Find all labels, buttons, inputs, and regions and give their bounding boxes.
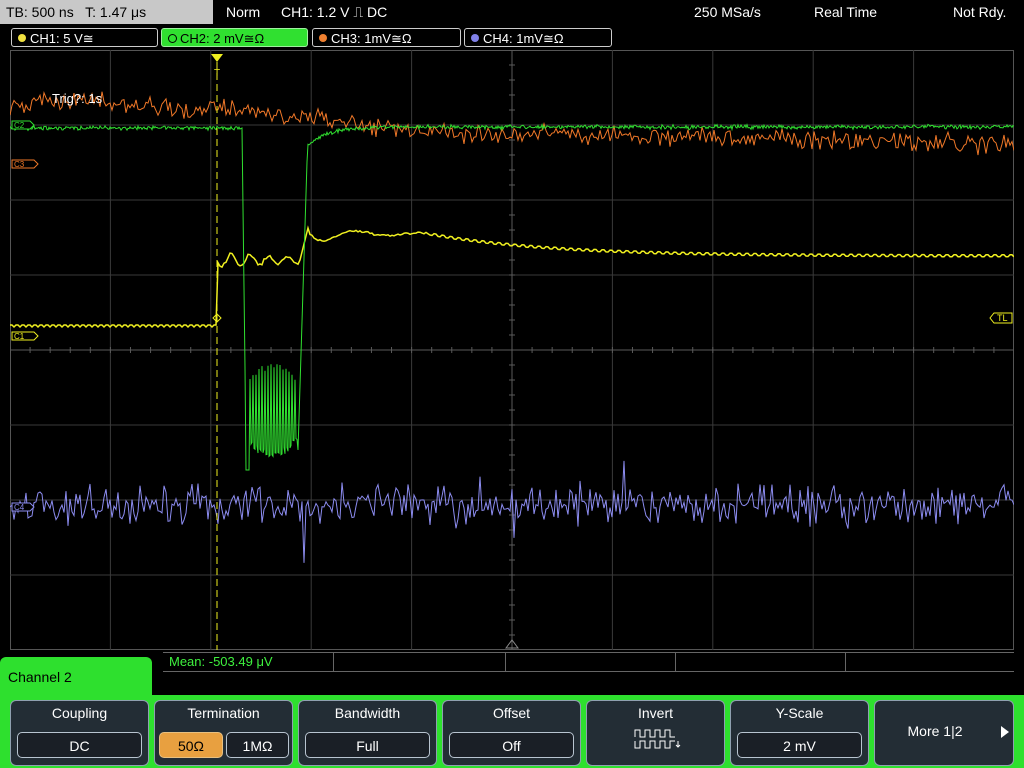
trigger-time-value: T: 1.47 μs (85, 4, 147, 20)
timebase-value: TB: 500 ns (6, 4, 74, 20)
trigger-status-text: Trig?: 1s (52, 91, 103, 106)
ch1-tab-label: CH1: 5 V≅ (30, 31, 94, 46)
ch4-tab-label: CH4: 1mV≅Ω (483, 31, 564, 46)
measurement-cell-2[interactable] (333, 653, 506, 671)
termination-title: Termination (187, 705, 260, 721)
bandwidth-title: Bandwidth (334, 705, 401, 721)
ch4-marker-label: C4 (14, 503, 25, 512)
bandwidth-softkey[interactable]: Bandwidth Full (298, 700, 437, 766)
termination-softkey[interactable]: Termination 50Ω 1MΩ (154, 700, 293, 766)
trigger-level-label: TL (997, 313, 1008, 323)
measurement-bar: Mean: -503.49 μV (163, 652, 1014, 691)
sample-rate: 250 MSa/s (694, 4, 761, 20)
invert-waveform-icon (634, 729, 681, 749)
ch2-offset-marker[interactable]: C2 (11, 120, 35, 130)
yscale-softkey[interactable]: Y-Scale 2 mV (730, 700, 869, 766)
trigger-level-marker[interactable]: TL (989, 312, 1013, 324)
acquisition-state: Not Rdy. (953, 4, 1007, 20)
channel-tab-ch4[interactable]: CH4: 1mV≅Ω (464, 28, 612, 47)
invert-title: Invert (637, 705, 673, 721)
trigger-mode[interactable]: Norm (226, 0, 260, 24)
ch4-color-dot (471, 34, 479, 42)
coupling-softkey[interactable]: Coupling DC (10, 700, 149, 766)
coupling-value[interactable]: DC (17, 732, 142, 758)
ch1-marker-label: C1 (14, 332, 25, 341)
measurement-cell-5[interactable] (845, 653, 1013, 671)
offset-softkey[interactable]: Offset Off (442, 700, 581, 766)
termination-option-1mohm[interactable]: 1MΩ (226, 732, 289, 758)
more-softkey[interactable]: More 1|2 (874, 700, 1014, 766)
acquisition-mode: Real Time (814, 4, 878, 20)
offset-value[interactable]: Off (449, 732, 574, 758)
channel-tab-ch1[interactable]: CH1: 5 V≅ (11, 28, 158, 47)
next-page-arrow-icon (1001, 726, 1009, 738)
yscale-title: Y-Scale (775, 705, 824, 721)
bandwidth-value[interactable]: Full (305, 732, 430, 758)
termination-option-50ohm[interactable]: 50Ω (159, 732, 223, 758)
menu-title-channel: Channel 2 (0, 657, 152, 697)
coupling-title: Coupling (51, 705, 108, 721)
offset-title: Offset (492, 705, 531, 721)
yscale-value[interactable]: 2 mV (737, 732, 862, 758)
more-title: More 1|2 (907, 723, 963, 739)
ch3-marker-label: C3 (14, 160, 25, 169)
channel-tab-ch2[interactable]: CH2: 2 mV≅Ω (161, 28, 308, 47)
timebase-box[interactable]: TB: 500 ns T: 1.47 μs (0, 0, 213, 24)
invert-softkey[interactable]: Invert (586, 700, 725, 766)
ch3-offset-marker[interactable]: C3 (11, 159, 39, 169)
ch3-tab-label: CH3: 1mV≅Ω (331, 31, 412, 46)
ch1-color-dot (18, 34, 26, 42)
waveform-display[interactable]: T C2 C3 C1 C4 TL Trig?: 1s (10, 50, 1014, 650)
ch2-tab-label: CH2: 2 mV≅Ω (180, 31, 265, 46)
measurement-cell-3[interactable] (505, 653, 676, 671)
status-bar: TB: 500 ns T: 1.47 μs Norm CH1: 1.2 V ⎍ … (0, 0, 1024, 24)
ch2-color-dot (168, 34, 177, 43)
ch3-color-dot (319, 34, 327, 42)
ch1-offset-marker[interactable]: C1 (11, 331, 39, 341)
trigger-setting[interactable]: CH1: 1.2 V ⎍ DC (281, 0, 387, 24)
ch4-offset-marker[interactable]: C4 (11, 502, 35, 512)
mean-measurement: Mean: -503.49 μV (169, 654, 273, 669)
trigger-position-label: T (214, 68, 220, 79)
measurement-cell-1[interactable]: Mean: -503.49 μV (163, 653, 334, 671)
waveform-canvas[interactable]: T C2 C3 C1 C4 TL Trig?: 1s (10, 50, 1014, 650)
ch2-marker-label: C2 (14, 121, 25, 130)
measurement-cell-4[interactable] (675, 653, 846, 671)
channel-tab-ch3[interactable]: CH3: 1mV≅Ω (312, 28, 461, 47)
